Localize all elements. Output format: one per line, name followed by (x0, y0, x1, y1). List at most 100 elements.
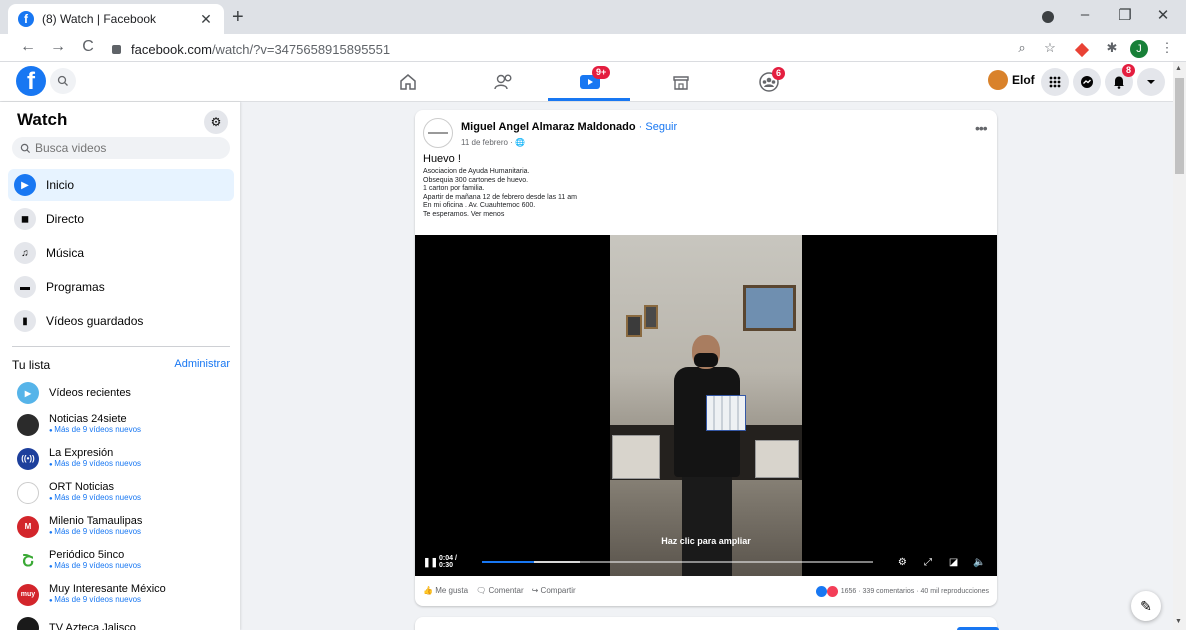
pause-icon[interactable]: ❚❚ (423, 557, 438, 568)
share-button[interactable]: ↪ Compartir (532, 586, 576, 595)
page-name: TV Azteca Jalisco (49, 622, 136, 630)
list-item[interactable]: ((•)) La ExpresiónMás de 9 vídeos nuevos (17, 447, 232, 470)
video-search-input[interactable] (35, 141, 215, 155)
search-icon (20, 143, 31, 153)
sidebar-item-label: Vídeos guardados (46, 314, 144, 328)
like-button[interactable]: 👍 Me gusta (423, 586, 468, 595)
volume-muted-icon[interactable]: 🔈 (969, 557, 989, 568)
menu-grid-icon[interactable] (1041, 68, 1069, 96)
settings-gear-icon[interactable]: ⚙ (893, 557, 913, 568)
search-icon[interactable] (50, 68, 76, 94)
sidebar-divider (12, 346, 230, 347)
user-avatar (988, 70, 1008, 90)
profile-avatar[interactable]: J (1130, 40, 1148, 58)
page-name: La Expresión (49, 447, 114, 459)
video-time: 0:04 / 0:30 (439, 555, 457, 569)
messenger-icon[interactable] (1073, 68, 1101, 96)
page-name: Muy Interesante México (49, 583, 166, 595)
page-avatar (17, 413, 39, 436)
video-search-field[interactable] (12, 137, 230, 159)
scroll-up-icon[interactable]: ▲ (1175, 65, 1182, 72)
zoom-icon[interactable]: ⌕ (1013, 40, 1031, 58)
list-item[interactable]: TV Azteca Jalisco (17, 617, 232, 630)
tab-title: (8) Watch | Facebook (42, 12, 157, 26)
video-player[interactable]: Haz clic para ampliar ❚❚ 0:04 / 0:30 ⚙ ⤢… (415, 235, 997, 576)
post-date[interactable]: 11 de febrero · 🌐 (461, 138, 525, 147)
watch-sidebar: Watch ⚙ ▶ Inicio ◼ Directo ♫ Música ▬ Pr… (0, 102, 240, 630)
more-options-icon[interactable]: ••• (975, 120, 988, 136)
post-line[interactable]: Te esperamos. Ver menos (423, 211, 577, 220)
sidebar-item-musica[interactable]: ♫ Música (8, 237, 234, 269)
facebook-logo-icon[interactable]: f (16, 66, 46, 96)
recent-videos-label: Vídeos recientes (49, 387, 131, 399)
sidebar-item-programas[interactable]: ▬ Programas (8, 271, 234, 303)
new-tab-button[interactable]: + (232, 6, 244, 29)
egg-cartons (706, 395, 746, 431)
marketplace-icon[interactable] (666, 68, 696, 96)
page-name: Periódico 5inco (49, 549, 125, 561)
notifications-badge: 8 (1122, 64, 1136, 77)
settings-gear-icon[interactable]: ⚙ (204, 110, 228, 134)
comment-button[interactable]: 🗨 Comentar (476, 586, 524, 595)
new-message-icon[interactable]: ✎ (1131, 591, 1161, 621)
sidebar-item-inicio[interactable]: ▶ Inicio (8, 169, 234, 201)
url-host: facebook.com (131, 41, 212, 57)
url-field[interactable]: facebook.com/watch/?v=3475658915895551 (112, 38, 1012, 60)
post-line: Obsequia 300 cartones de huevo. (423, 176, 529, 184)
list-item[interactable]: muy Muy Interesante MéxicoMás de 9 vídeo… (17, 583, 232, 606)
expand-hint[interactable]: Haz clic para ampliar (415, 536, 997, 546)
like-reaction-icon (815, 586, 827, 597)
extensions-puzzle-icon[interactable]: ✱ (1103, 40, 1121, 58)
browser-menu-icon[interactable]: ⋮ (1158, 40, 1176, 58)
picture-in-picture-icon[interactable]: ◪ (944, 557, 964, 568)
bookmark-icon: ▮ (14, 310, 36, 332)
post-stats[interactable]: 1656 · 339 comentarios · 40 mil reproduc… (793, 586, 989, 597)
minimize-button[interactable]: – (1070, 6, 1100, 23)
your-list-header: Tu lista Administrar (12, 358, 230, 372)
manage-link[interactable]: Administrar (174, 358, 230, 372)
post-line: Asociacion de Ayuda Humanitaria. (423, 168, 530, 175)
new-videos-label: Más de 9 vídeos nuevos (49, 527, 142, 538)
friends-icon[interactable] (489, 68, 519, 96)
author-avatar[interactable] (423, 118, 453, 148)
wall-frame (644, 305, 658, 329)
sidebar-item-videos-guardados[interactable]: ▮ Vídeos guardados (8, 305, 234, 337)
scroll-down-icon[interactable]: ▼ (1175, 618, 1182, 625)
home-icon[interactable] (393, 68, 423, 96)
sidebar-item-directo[interactable]: ◼ Directo (8, 203, 234, 235)
watch-badge: 9+ (592, 66, 611, 79)
page-scrollbar[interactable]: ▲ ▼ (1173, 62, 1186, 630)
fullscreen-icon[interactable]: ⤢ (918, 557, 938, 568)
profile-indicator-icon[interactable] (1042, 11, 1054, 23)
close-tab-icon[interactable]: ✕ (198, 11, 214, 28)
browser-tab[interactable]: f (8) Watch | Facebook ✕ (8, 4, 224, 34)
restore-button[interactable]: ❐ (1110, 6, 1140, 24)
list-item[interactable]: Շ Periódico 5incoMás de 9 vídeos nuevos (17, 549, 232, 572)
forward-button[interactable]: → (48, 38, 68, 56)
list-item[interactable]: Noticias 24sieteMás de 9 vídeos nuevos (17, 413, 232, 436)
account-menu-chevron-icon[interactable] (1137, 68, 1165, 96)
profile-chip[interactable]: Elof (988, 70, 1035, 90)
wall-frame (626, 315, 642, 337)
page-name: Milenio Tamaulipas (49, 515, 143, 527)
post-line: En mi oficina . Av. Cuauhtemoc 600. (423, 202, 536, 209)
url-path: /watch/?v=3475658915895551 (211, 41, 391, 57)
reload-button[interactable]: C (78, 38, 98, 56)
sidebar-item-label: Inicio (46, 178, 75, 192)
music-icon: ♫ (14, 242, 36, 264)
new-videos-label: Más de 9 vídeos nuevos (49, 459, 141, 470)
egg-box (612, 435, 660, 479)
list-item[interactable]: M Milenio TamaulipasMás de 9 vídeos nuev… (17, 515, 232, 538)
author-name-link[interactable]: Miguel Angel Almaraz Maldonado (461, 121, 636, 133)
scroll-thumb[interactable] (1175, 78, 1184, 174)
play-icon: ▶ (17, 382, 39, 404)
new-videos-label: Más de 9 vídeos nuevos (49, 493, 141, 504)
back-button[interactable]: ← (18, 38, 38, 56)
list-item[interactable]: ORT NoticiasMás de 9 vídeos nuevos (17, 481, 232, 504)
recent-videos-item[interactable]: ▶ Vídeos recientes (17, 382, 232, 404)
bookmark-star-icon[interactable]: ☆ (1041, 40, 1059, 58)
close-window-button[interactable]: ✕ (1148, 6, 1178, 24)
extension-icon[interactable] (1074, 42, 1090, 58)
follow-link[interactable]: · Seguir (636, 121, 678, 133)
video-progress-bar[interactable] (482, 561, 873, 563)
